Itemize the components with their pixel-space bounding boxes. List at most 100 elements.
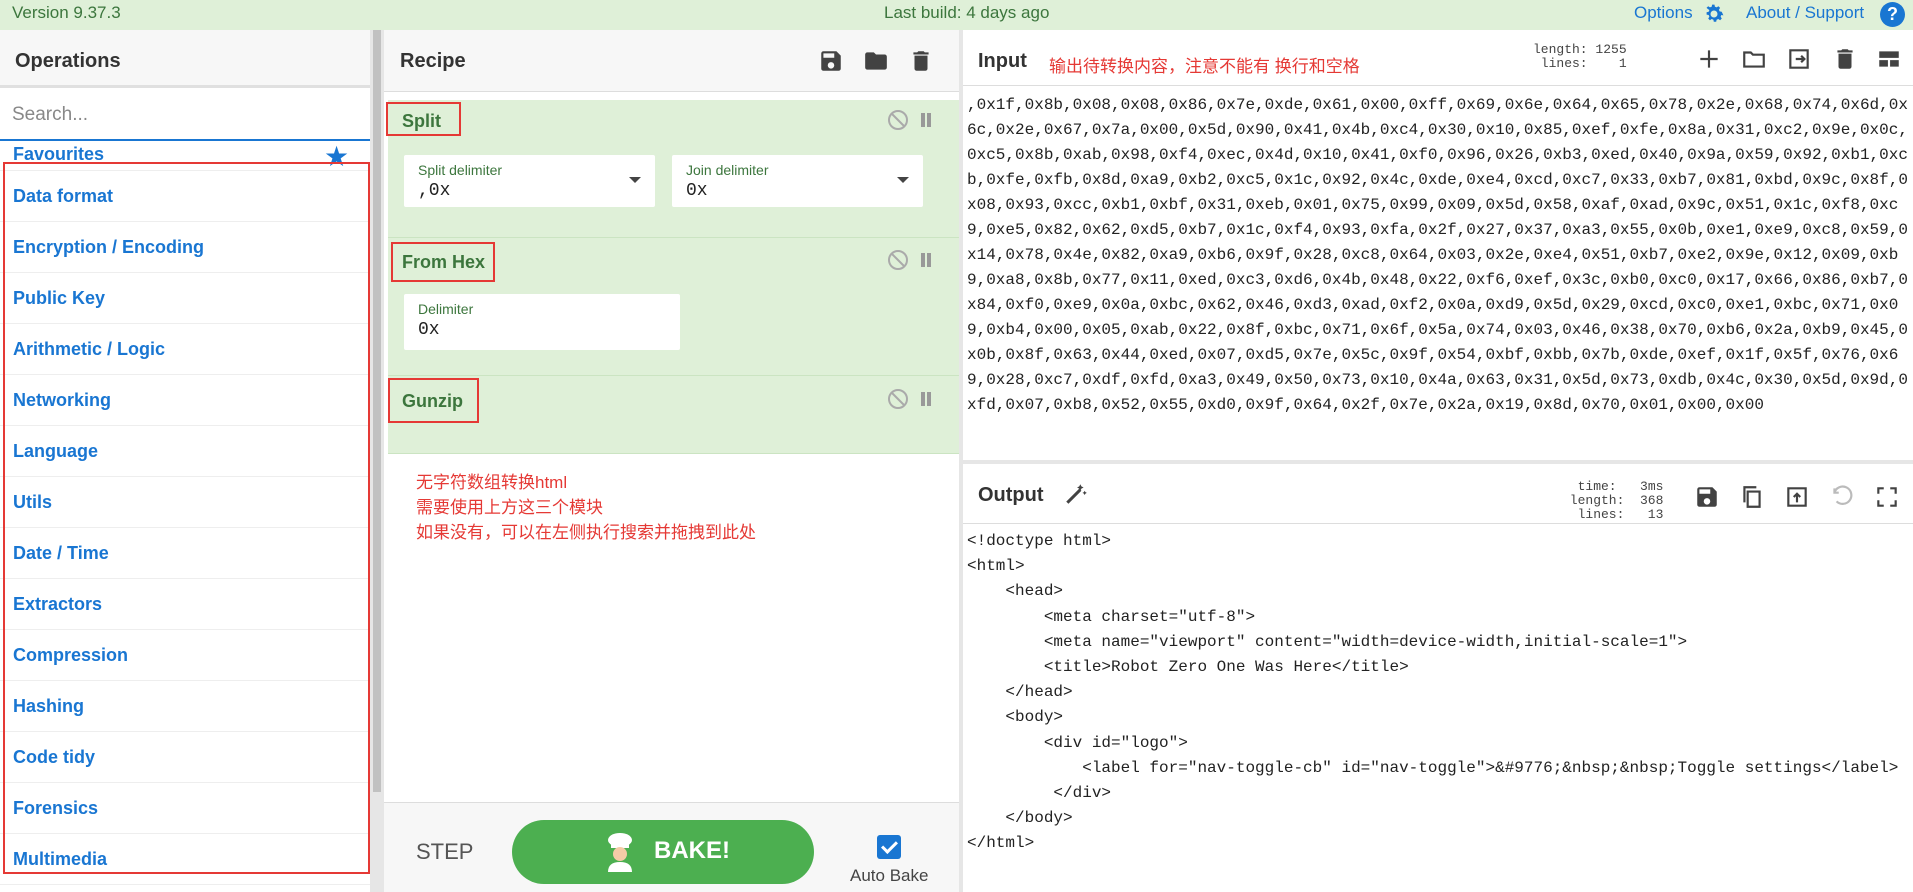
last-build-label[interactable]: Last build: 4 days ago	[884, 3, 1049, 23]
category-label: Multimedia	[13, 849, 108, 869]
field-label: Delimiter	[418, 301, 474, 317]
category-label: Arithmetic / Logic	[13, 339, 166, 359]
field-label: Join delimiter	[686, 162, 769, 178]
input-stats: length: 1255 lines: 1	[1533, 42, 1627, 71]
trash-icon[interactable]	[908, 48, 934, 74]
version-label: Version 9.37.3	[12, 3, 121, 22]
output-title: Output	[978, 484, 1044, 506]
note-line: 需要使用上方这三个模块	[416, 498, 603, 517]
recipe-header: Recipe	[384, 30, 959, 92]
disable-icon[interactable]	[888, 389, 908, 409]
category-compression[interactable]: Compression	[0, 630, 370, 681]
recipe-op-split[interactable]: Split Split delimiter ,0x Join delimiter…	[386, 100, 959, 238]
output-header: Output time: 3ms length: 368 lines: 13	[963, 464, 1913, 524]
operations-search-input[interactable]	[0, 91, 370, 141]
note-line: 如果没有，可以在左侧执行搜索并拖拽到此处	[416, 523, 756, 542]
category-label: Data format	[13, 186, 114, 206]
category-arithmetic-logic[interactable]: Arithmetic / Logic	[0, 324, 370, 375]
input-header: Input 输出待转换内容，注意不能有 换行和空格 length: 1255 l…	[963, 30, 1913, 86]
replace-input-icon[interactable]	[1784, 484, 1810, 510]
output-stats: time: 3ms length: 368 lines: 13	[1569, 479, 1664, 522]
copy-icon[interactable]	[1739, 484, 1765, 510]
about-support-link[interactable]: About / Support	[1746, 3, 1864, 23]
pause-icon[interactable]	[919, 113, 933, 127]
op-name: Split	[402, 111, 441, 131]
note-line: 无字符数组转换html	[416, 473, 568, 492]
category-encryption-encoding[interactable]: Encryption / Encoding	[0, 222, 370, 273]
operations-header: Operations	[0, 30, 370, 88]
bake-button[interactable]: BAKE!	[512, 820, 814, 884]
category-extractors[interactable]: Extractors	[0, 579, 370, 630]
scrollbar[interactable]	[373, 30, 381, 792]
category-label: Utils	[13, 492, 53, 512]
pause-icon[interactable]	[919, 392, 933, 406]
category-multimedia[interactable]: Multimedia	[0, 834, 370, 885]
operations-title: Operations	[15, 50, 121, 72]
chevron-down-icon[interactable]	[629, 177, 641, 183]
plus-icon[interactable]	[1696, 46, 1722, 72]
recipe-title: Recipe	[400, 50, 466, 72]
recipe-panel: Recipe Split Split delimiter ,0x Join de…	[384, 30, 959, 892]
category-label: Favourites	[13, 144, 105, 164]
trash-icon[interactable]	[1832, 46, 1858, 72]
layout-icon[interactable]	[1876, 46, 1902, 72]
operations-category-list: Favourites ★ Data format Encryption / Enc…	[0, 143, 370, 885]
category-code-tidy[interactable]: Code tidy	[0, 732, 370, 783]
category-favourites[interactable]: Favourites ★	[0, 143, 370, 171]
save-icon[interactable]	[818, 48, 844, 74]
field-value: 0x	[418, 320, 440, 340]
folder-icon[interactable]	[863, 48, 889, 74]
category-networking[interactable]: Networking	[0, 375, 370, 426]
chevron-down-icon[interactable]	[897, 177, 909, 183]
category-public-key[interactable]: Public Key	[0, 273, 370, 324]
recipe-footer: STEP BAKE! Auto Bake	[384, 802, 959, 892]
category-label: Encryption / Encoding	[13, 237, 205, 257]
category-label: Public Key	[13, 288, 106, 308]
step-button[interactable]: STEP	[416, 839, 473, 865]
category-utils[interactable]: Utils	[0, 477, 370, 528]
recipe-op-from-hex[interactable]: From Hex Delimiter 0x	[388, 238, 959, 376]
join-delimiter-field[interactable]: Join delimiter 0x	[672, 155, 923, 207]
input-textarea[interactable]: ,0x1f,0x8b,0x08,0x08,0x86,0x7e,0xde,0x61…	[967, 93, 1909, 418]
category-label: Compression	[13, 645, 129, 665]
options-link[interactable]: Options	[1634, 3, 1693, 23]
split-delimiter-field[interactable]: Split delimiter ,0x	[404, 155, 655, 207]
category-label: Extractors	[13, 594, 103, 614]
input-title: Input	[978, 50, 1027, 72]
folder-icon[interactable]	[1741, 46, 1767, 72]
magic-wand-icon[interactable]	[1063, 481, 1089, 507]
category-label: Forensics	[13, 798, 99, 818]
io-panel: Input 输出待转换内容，注意不能有 换行和空格 length: 1255 l…	[963, 30, 1913, 892]
save-icon[interactable]	[1694, 484, 1720, 510]
category-forensics[interactable]: Forensics	[0, 783, 370, 834]
undo-icon[interactable]	[1829, 484, 1855, 510]
gear-icon[interactable]	[1702, 2, 1726, 26]
category-label: Language	[13, 441, 99, 461]
panel-divider[interactable]	[370, 30, 384, 892]
operations-panel: Operations Favourites ★ Data format Encry…	[0, 30, 370, 892]
field-label: Split delimiter	[418, 162, 503, 178]
auto-bake-label: Auto Bake	[850, 866, 929, 885]
category-label: Code tidy	[13, 747, 96, 767]
maximise-icon[interactable]	[1874, 484, 1900, 510]
delimiter-field[interactable]: Delimiter 0x	[404, 294, 680, 350]
category-data-format[interactable]: Data format	[0, 171, 370, 222]
disable-icon[interactable]	[888, 250, 908, 270]
top-banner: Version 9.37.3 Last build: 4 days ago Op…	[0, 0, 1913, 30]
chef-icon	[608, 833, 632, 872]
category-label: Networking	[13, 390, 112, 410]
category-language[interactable]: Language	[0, 426, 370, 477]
open-file-icon[interactable]	[1786, 46, 1812, 72]
input-annotation: 输出待转换内容，注意不能有 换行和空格	[1049, 57, 1360, 76]
pause-icon[interactable]	[919, 253, 933, 267]
disable-icon[interactable]	[888, 110, 908, 130]
op-name: Gunzip	[402, 391, 463, 411]
recipe-op-gunzip[interactable]: Gunzip	[388, 376, 959, 454]
category-label: Hashing	[13, 696, 85, 716]
help-icon[interactable]: ?	[1880, 2, 1905, 27]
auto-bake-checkbox[interactable]	[877, 835, 901, 859]
output-textarea[interactable]: <!doctype html> <html> <head> <meta char…	[967, 529, 1909, 857]
category-hashing[interactable]: Hashing	[0, 681, 370, 732]
category-date-time[interactable]: Date / Time	[0, 528, 370, 579]
field-value: 0x	[686, 181, 708, 201]
